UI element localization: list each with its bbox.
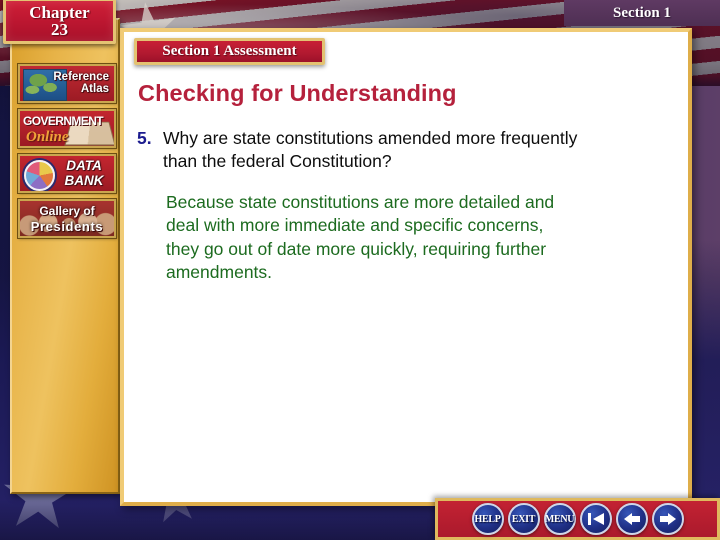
flag-shadow <box>0 500 440 540</box>
assessment-banner: Section 1 Assessment <box>134 38 325 65</box>
chapter-label: Chapter <box>29 2 90 22</box>
question-text: Why are state constitutions amended more… <box>163 128 578 172</box>
question-block: 5. Why are state constitutions amended m… <box>137 127 668 174</box>
sidebar-item-label: Reference Atlas <box>20 71 114 95</box>
question-number: 5. <box>137 128 152 148</box>
page-title: Checking for Understanding <box>138 80 457 106</box>
sidebar-item-government-online[interactable]: GOVERNMENT Online <box>17 108 117 149</box>
section-tab-label: Section 1 <box>613 4 671 21</box>
skip-to-start-icon <box>586 511 606 527</box>
sidebar-item-reference-atlas[interactable]: Reference Atlas <box>17 63 117 104</box>
government-online-line1: GOVERNMENT <box>23 114 104 128</box>
menu-button[interactable]: MENU <box>543 503 576 535</box>
help-button[interactable]: HELP <box>471 503 504 535</box>
sidebar-item-label: DATA BANK <box>20 158 114 188</box>
navigation-bar: HELP EXIT MENU <box>435 498 720 540</box>
next-slide-button[interactable] <box>651 503 684 535</box>
reference-atlas-line2: Atlas <box>80 82 109 95</box>
gallery-line1: Gallery of <box>39 204 95 218</box>
slide-root: Section 1 Reference Atlas GOVERNMENT Onl… <box>0 0 720 540</box>
gallery-line2: Presidents <box>30 219 104 234</box>
data-bank-line2: BANK <box>64 172 104 188</box>
resource-sidebar: Reference Atlas GOVERNMENT Online DATA B… <box>10 18 120 494</box>
previous-slide-button[interactable] <box>615 503 648 535</box>
exit-button[interactable]: EXIT <box>507 503 540 535</box>
question-row: 5. Why are state constitutions amended m… <box>137 127 668 174</box>
menu-button-label: MENU <box>544 513 575 525</box>
reference-atlas-line1: Reference <box>53 71 109 83</box>
arrow-right-icon <box>658 511 678 527</box>
answer-text: Because state constitutions are more det… <box>166 192 555 282</box>
data-bank-line1: DATA <box>66 158 102 174</box>
section-tab: Section 1 <box>564 0 720 26</box>
sidebar-item-gallery-of-presidents[interactable]: Gallery of Presidents <box>17 198 117 239</box>
chapter-number: 23 <box>51 19 68 39</box>
help-button-label: HELP <box>474 513 501 525</box>
content-panel: Section 1 Assessment Checking for Unders… <box>120 28 692 506</box>
first-slide-button[interactable] <box>579 503 612 535</box>
exit-button-label: EXIT <box>511 513 536 525</box>
chapter-plaque: Chapter 23 <box>3 0 116 44</box>
assessment-banner-label: Section 1 Assessment <box>162 43 297 59</box>
government-online-line2: Online <box>26 129 69 145</box>
arrow-left-icon <box>622 511 642 527</box>
sidebar-item-data-bank[interactable]: DATA BANK <box>17 153 117 194</box>
